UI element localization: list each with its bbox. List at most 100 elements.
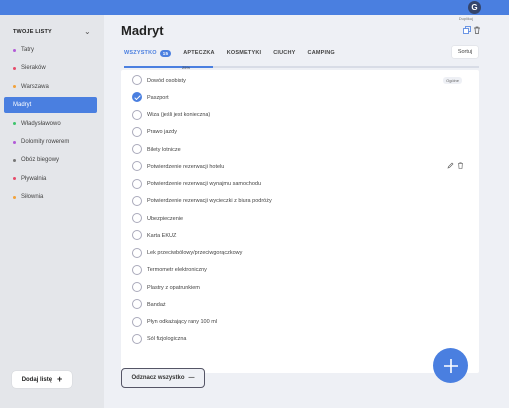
list-item-label: Prawo jazdy — [147, 129, 177, 136]
checkbox[interactable] — [132, 299, 142, 310]
sidebar-item[interactable]: Sieraków — [4, 60, 97, 76]
category-tag: Ogólne — [443, 77, 462, 84]
list-item[interactable]: Ubezpieczenie — [121, 210, 479, 227]
checkbox[interactable] — [132, 109, 142, 120]
list-item-label: Paszport — [147, 94, 169, 101]
checkbox[interactable] — [132, 213, 142, 223]
checklist: Dowód osobisty Ogólne Paszport Wiza (jeśli … — [121, 70, 479, 373]
list-item[interactable]: Potwierdzenie rezerwacji wycieczki z biu… — [121, 193, 479, 210]
list-item-label: Lek przeciwbólowy/przeciwgorączkowy — [147, 250, 243, 256]
list-item-label: Wiza (jeśli jest konieczna) — [147, 112, 211, 118]
sidebar-item[interactable]: Pływalnia — [4, 171, 97, 187]
sidebar-item-label: Władysławowo — [21, 120, 61, 127]
trash-icon[interactable] — [457, 162, 464, 170]
sidebar-item[interactable]: Dolomity rowerem — [4, 134, 97, 150]
list-item[interactable]: Paszport — [121, 89, 479, 106]
color-dot-icon — [13, 122, 16, 126]
user-avatar[interactable]: G — [468, 1, 481, 14]
plus-icon — [443, 358, 458, 373]
plus-icon: + — [57, 374, 63, 384]
list-item[interactable]: Dowód osobisty Ogólne — [121, 72, 479, 89]
list-item-label: Potwierdzenie rezerwacji hotelu — [147, 163, 225, 170]
color-dot-icon — [13, 48, 16, 52]
sidebar-title: TWOJE LISTY — [13, 29, 52, 35]
checkbox[interactable] — [132, 195, 142, 206]
checkbox[interactable] — [132, 161, 142, 172]
progress-fill — [124, 66, 213, 68]
checkbox[interactable] — [132, 126, 142, 137]
color-dot-icon — [13, 85, 16, 89]
sidebar-item[interactable]: Obóz biegowy — [4, 152, 97, 168]
tab-camping[interactable]: CAMPING — [308, 50, 335, 56]
sidebar-item-label: Pływalnia — [21, 175, 47, 182]
count-badge: 15 — [159, 49, 172, 57]
list-item[interactable]: Bilety lotnicze — [121, 141, 479, 158]
trash-icon[interactable] — [473, 26, 481, 34]
checked-checkbox[interactable] — [132, 92, 142, 103]
sidebar-item-label: Siłownia — [21, 194, 44, 201]
sidebar-item[interactable]: Tatry — [4, 42, 97, 58]
sidebar-item-label: Obóz biegowy — [21, 157, 60, 164]
tab-ciuchy[interactable]: CIUCHY — [273, 50, 295, 56]
checkbox[interactable] — [132, 264, 142, 275]
list-item[interactable]: Płyn odkażający rany 100 ml — [121, 314, 479, 331]
duplicate-tooltip: Duplikuj — [458, 16, 473, 21]
add-list-button[interactable]: Dodaj listę + — [12, 371, 72, 388]
checkbox[interactable] — [132, 282, 142, 292]
list-item[interactable]: Potwierdzenie rezerwacji wynajmu samocho… — [121, 176, 479, 193]
list-item-label: Karta EKUZ — [147, 232, 177, 239]
sidebar-item[interactable]: Władysławowo — [4, 116, 97, 132]
checkbox[interactable] — [132, 247, 142, 258]
list-item[interactable]: Potwierdzenie rezerwacji hotelu — [121, 158, 479, 175]
list-item[interactable]: Sól fizjologiczna — [121, 331, 479, 348]
category-tabs: WSZYSTKO 15 APTECZKA KOSMETYKI CIUCHY CA… — [124, 47, 335, 59]
checkbox[interactable] — [132, 178, 142, 189]
add-item-button[interactable] — [433, 348, 468, 383]
sidebar-item[interactable]: Siłownia — [4, 189, 97, 205]
color-dot-icon — [13, 140, 16, 144]
list-item-label: Plastry z opatrunkiem — [147, 284, 200, 291]
tab-wszystko[interactable]: WSZYSTKO 15 — [124, 49, 172, 57]
add-list-label: Dodaj listę — [21, 376, 53, 383]
tab-label: WSZYSTKO — [124, 50, 157, 56]
list-item[interactable]: Plastry z opatrunkiem — [121, 279, 479, 296]
list-item-label: Bandaż — [147, 301, 166, 308]
sidebar-item-label: Madryt — [13, 102, 32, 109]
checkbox[interactable] — [132, 316, 142, 327]
checkbox[interactable] — [132, 144, 142, 154]
list-item-label: Sól fizjologiczna — [147, 336, 187, 343]
list-item[interactable]: Lek przeciwbólowy/przeciwgorączkowy — [121, 245, 479, 262]
pencil-icon[interactable] — [447, 162, 454, 169]
sidebar-item[interactable]: Madryt — [4, 97, 97, 114]
copy-icon[interactable] — [463, 26, 471, 34]
sidebar: TWOJE LISTY ⌄ Tatry Sieraków Warszawa Madry… — [0, 15, 104, 408]
checkbox[interactable] — [132, 333, 142, 344]
list-item[interactable]: Bandaż — [121, 296, 479, 313]
tab-kosmetyki[interactable]: KOSMETYKI — [227, 50, 262, 56]
minus-icon: — — [188, 375, 195, 381]
list-item[interactable]: Prawo jazdy — [121, 124, 479, 141]
page-title: Madryt — [121, 23, 164, 38]
color-dot-icon — [13, 66, 16, 70]
main-panel: Madryt Duplikuj WSZYSTKO 15 APTECZKA KOS… — [104, 15, 509, 408]
list-item-label: Bilety lotnicze — [147, 146, 181, 153]
sidebar-item-label: Warszawa — [21, 83, 49, 90]
uncheck-all-button[interactable]: Odznacz wszystko — — [121, 368, 205, 388]
progress-bar — [124, 66, 479, 68]
sidebar-item[interactable]: Warszawa — [4, 79, 97, 95]
tab-apteczka[interactable]: APTECZKA — [183, 50, 215, 56]
uncheck-all-label: Odznacz wszystko — [131, 375, 185, 381]
checkbox[interactable] — [132, 75, 142, 85]
list-item[interactable]: Termometr elektroniczny — [121, 262, 479, 279]
list-item-label: Płyn odkażający rany 100 ml — [147, 319, 218, 325]
list-item[interactable]: Karta EKUZ — [121, 227, 479, 244]
top-bar: G — [0, 0, 509, 15]
list-item-label: Termometr elektroniczny — [147, 267, 207, 274]
color-dot-icon — [13, 158, 16, 162]
checkbox[interactable] — [132, 230, 142, 241]
chevron-down-icon[interactable]: ⌄ — [84, 27, 91, 36]
list-item[interactable]: Wiza (jeśli jest konieczna) — [121, 107, 479, 124]
sort-button[interactable]: Sortuj — [452, 46, 478, 58]
list-item-label: Potwierdzenie rezerwacji wycieczki z biu… — [147, 198, 272, 205]
list-item-label: Potwierdzenie rezerwacji wynajmu samocho… — [147, 181, 262, 187]
